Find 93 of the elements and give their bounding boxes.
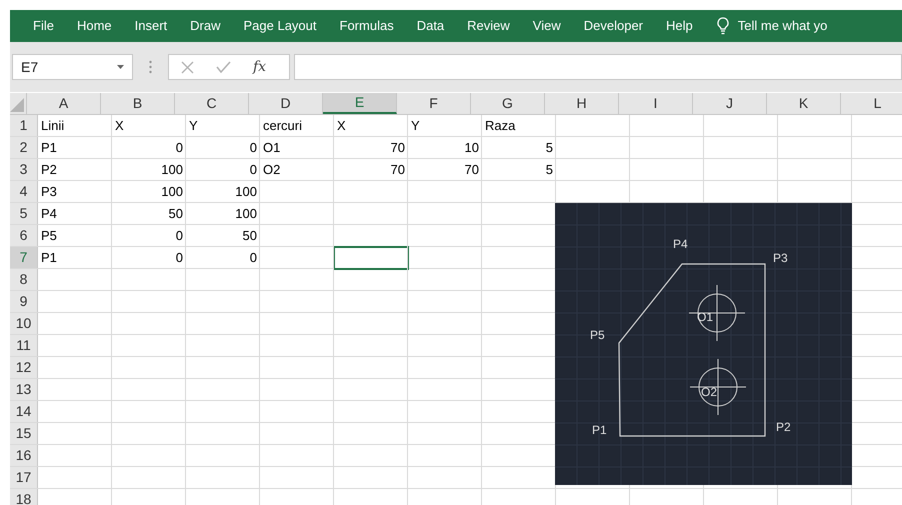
ribbon-tab[interactable]: File: [32, 16, 55, 36]
table-cell[interactable]: Y: [408, 115, 482, 136]
column-header[interactable]: L: [841, 93, 902, 114]
grip-icon: [149, 60, 152, 74]
table-cell[interactable]: O2: [260, 159, 334, 180]
name-box[interactable]: E7: [12, 54, 133, 80]
cancel-icon[interactable]: [181, 60, 194, 74]
table-cell[interactable]: P5: [38, 225, 112, 246]
table-cell[interactable]: 100: [186, 181, 260, 202]
row-header[interactable]: 14: [10, 401, 38, 422]
row-header[interactable]: 18: [10, 489, 38, 505]
row-header[interactable]: 16: [10, 445, 38, 466]
row-header[interactable]: 13: [10, 379, 38, 400]
row-header[interactable]: 17: [10, 467, 38, 488]
ribbon-tab[interactable]: Draw: [189, 16, 222, 36]
row-header[interactable]: 5: [10, 203, 38, 224]
table-cell[interactable]: P1: [38, 247, 112, 268]
ribbon-tab[interactable]: Insert: [134, 16, 168, 36]
circle-with-crosshair: [688, 284, 746, 342]
ribbon-tab[interactable]: Formulas: [338, 16, 395, 36]
tell-me-search[interactable]: Tell me what yo: [738, 16, 828, 36]
ribbon-tab[interactable]: Developer: [582, 16, 644, 36]
table-cell[interactable]: 100: [112, 159, 186, 180]
table-cell[interactable]: 100: [112, 181, 186, 202]
table-cell[interactable]: 5: [482, 137, 556, 158]
table-cell[interactable]: X: [334, 115, 408, 136]
table-cell[interactable]: 50: [112, 203, 186, 224]
table-cell[interactable]: 0: [186, 247, 260, 268]
ribbon-tab[interactable]: Review: [466, 16, 511, 36]
point-label: P4: [673, 237, 688, 251]
table-cell[interactable]: O1: [260, 137, 334, 158]
ribbon-tab[interactable]: Data: [416, 16, 446, 36]
caret-icon: [117, 65, 124, 69]
row-header[interactable]: 6: [10, 225, 38, 246]
row-header[interactable]: 1: [10, 115, 38, 136]
table-cell[interactable]: 50: [186, 225, 260, 246]
cell-reference: E7: [21, 58, 38, 76]
point-label: P1: [592, 423, 607, 437]
column-header[interactable]: H: [545, 93, 619, 114]
row-header[interactable]: 12: [10, 357, 38, 378]
point-label: O2: [701, 385, 718, 399]
table-cell[interactable]: Y: [186, 115, 260, 136]
table-cell[interactable]: P2: [38, 159, 112, 180]
column-header[interactable]: I: [619, 93, 693, 114]
table-cell[interactable]: 0: [186, 159, 260, 180]
column-header[interactable]: A: [27, 93, 101, 114]
select-all-corner[interactable]: [10, 93, 27, 114]
column-header[interactable]: E: [323, 93, 397, 114]
table-cell[interactable]: 0: [112, 137, 186, 158]
triangle-icon: [10, 98, 24, 112]
formula-input[interactable]: [294, 54, 902, 80]
circle-with-crosshair: [690, 358, 746, 416]
column-header[interactable]: J: [693, 93, 767, 114]
column-header[interactable]: K: [767, 93, 841, 114]
point-label: P2: [776, 420, 791, 434]
table-cell[interactable]: 70: [334, 159, 408, 180]
row-header[interactable]: 10: [10, 313, 38, 334]
row-header[interactable]: 3: [10, 159, 38, 180]
table-cell[interactable]: 70: [334, 137, 408, 158]
column-header[interactable]: F: [397, 93, 471, 114]
table-cell[interactable]: 70: [408, 159, 482, 180]
row-header[interactable]: 15: [10, 423, 38, 444]
table-cell[interactable]: 0: [186, 137, 260, 158]
table-cell[interactable]: P4: [38, 203, 112, 224]
table-cell[interactable]: P3: [38, 181, 112, 202]
table-cell[interactable]: cercuri: [260, 115, 334, 136]
row-header[interactable]: 11: [10, 335, 38, 356]
table-cell[interactable]: P1: [38, 137, 112, 158]
ribbon-tab[interactable]: Home: [76, 16, 113, 36]
row-header[interactable]: 2: [10, 137, 38, 158]
column-header[interactable]: C: [175, 93, 249, 114]
table-cell[interactable]: 10: [408, 137, 482, 158]
row-header[interactable]: 8: [10, 269, 38, 290]
lightbulb-icon: [716, 17, 730, 35]
insert-function-button[interactable]: fx: [253, 56, 266, 78]
point-label: P5: [590, 328, 605, 342]
table-cell[interactable]: Linii: [38, 115, 112, 136]
ribbon-tab[interactable]: Page Layout: [242, 16, 318, 36]
row-header[interactable]: 7: [10, 247, 38, 268]
table-cell[interactable]: 0: [112, 247, 186, 268]
row-header[interactable]: 9: [10, 291, 38, 312]
table-cell[interactable]: X: [112, 115, 186, 136]
checkmark-icon[interactable]: [216, 61, 231, 73]
point-label: P3: [773, 251, 788, 265]
table-cell[interactable]: Raza: [482, 115, 556, 136]
table-cell[interactable]: 100: [186, 203, 260, 224]
ribbon-tab[interactable]: View: [532, 16, 562, 36]
table-cell[interactable]: 5: [482, 159, 556, 180]
row-header[interactable]: 4: [10, 181, 38, 202]
column-header[interactable]: B: [101, 93, 175, 114]
column-header[interactable]: G: [471, 93, 545, 114]
ribbon-tab[interactable]: Help: [665, 16, 694, 36]
table-cell[interactable]: 0: [112, 225, 186, 246]
